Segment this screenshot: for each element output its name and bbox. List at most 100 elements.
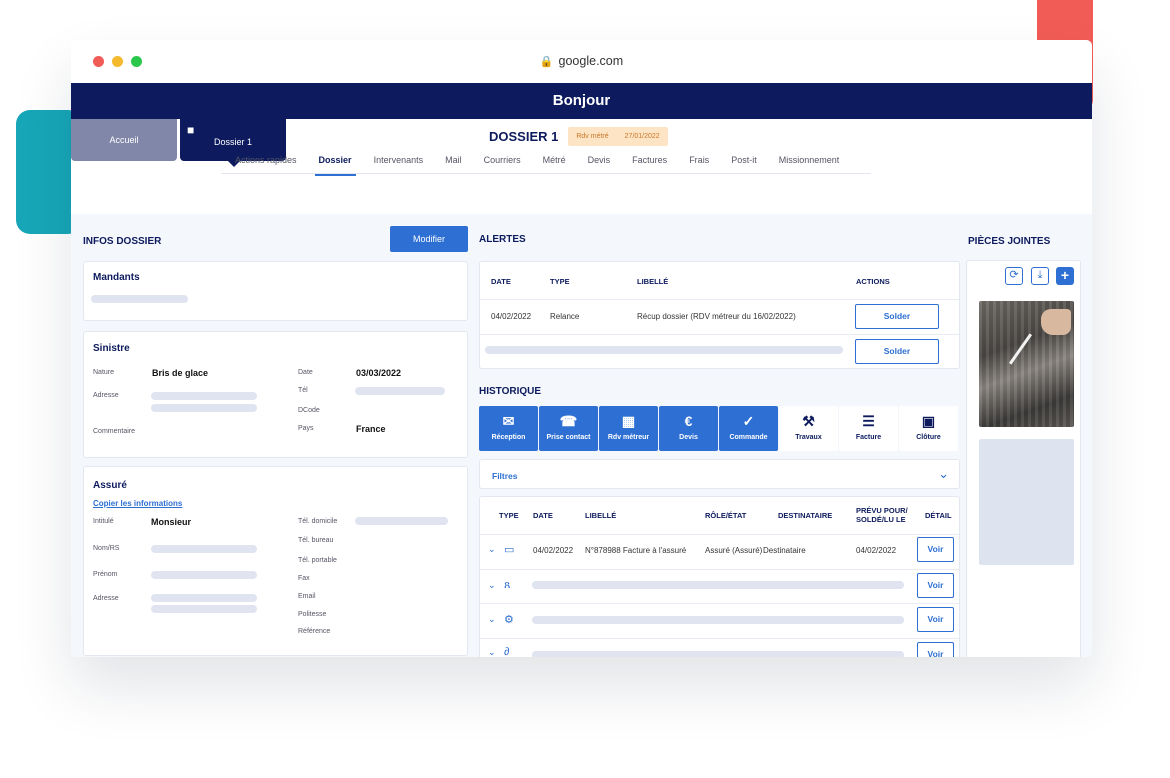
placeholder [355, 387, 445, 395]
divider [480, 638, 959, 639]
history-step-rdv-m-treur[interactable]: ▦ Rdv métreur [599, 406, 658, 451]
chevron-down-icon[interactable]: ⌄ [488, 614, 496, 625]
chevron-down-icon[interactable]: ⌄ [938, 466, 949, 482]
pieces-title: PIÈCES JOINTES [968, 236, 1051, 247]
assure-title: Assuré [93, 480, 127, 491]
tab-m-tr-[interactable]: Métré [543, 152, 566, 173]
col-libelle: LIBELLÉ [585, 511, 617, 520]
browser-chrome: 🔒 google.com [71, 40, 1092, 83]
modifier-button[interactable]: Modifier [390, 226, 468, 252]
assure-card: Assuré Copier les informations Intitulé … [83, 466, 468, 656]
voir-button[interactable]: Voir [917, 607, 954, 632]
tel-portable-label: Tél. portable [298, 557, 337, 564]
adresse-label: Adresse [93, 392, 119, 399]
commentaire-label: Commentaire [93, 428, 136, 435]
history-step-commande[interactable]: ✓ Commande [719, 406, 778, 451]
tab-post-it[interactable]: Post-it [731, 152, 757, 173]
history-step-devis[interactable]: € Devis [659, 406, 718, 451]
voir-button[interactable]: Voir [917, 537, 954, 562]
users-icon: ጸ [504, 579, 511, 591]
add-icon[interactable]: + [1056, 267, 1074, 285]
tab-intervenants[interactable]: Intervenants [374, 152, 424, 173]
col-role: RÔLE/ÉTAT [705, 511, 747, 520]
pays-label: Pays [298, 425, 314, 432]
address-bar[interactable]: 🔒 google.com [71, 54, 1092, 68]
attachment-placeholder[interactable] [979, 439, 1074, 565]
alertes-title: ALERTES [479, 234, 526, 245]
alertes-table: DATE TYPE LIBELLÉ ACTIONS 04/02/2022 Rel… [479, 261, 960, 369]
divider [480, 534, 959, 535]
gear-icon: ⚙ [504, 614, 514, 626]
history-step-travaux[interactable]: ⚒ Travaux [779, 406, 838, 451]
hand-shape [1041, 309, 1071, 335]
placeholder [151, 571, 257, 579]
badge-date: 27/01/2022 [624, 133, 660, 140]
col-destinataire: DESTINATAIRE [778, 511, 833, 520]
politesse-label: Politesse [298, 611, 327, 618]
solder-button[interactable]: Solder [855, 304, 939, 329]
infos-title: INFOS DOSSIER [83, 236, 162, 247]
tel-domicile-label: Tél. domicile [298, 518, 338, 525]
dossier-nav-tabs: Actions rapides Dossier Intervenants Mail Co… [221, 152, 871, 176]
tab-mail[interactable]: Mail [445, 152, 462, 173]
download-icon[interactable]: ⤓ [1031, 267, 1049, 285]
col-prevu-1: PRÉVU POUR/ [856, 506, 908, 515]
refresh-icon[interactable]: ⟳ [1005, 267, 1023, 285]
placeholder [151, 404, 257, 412]
dossier-title: DOSSIER 1 [489, 129, 559, 144]
chevron-down-icon[interactable]: ⌄ [488, 647, 496, 657]
tab-dossier-label: Dossier 1 [214, 137, 253, 147]
reference-label: Référence [298, 628, 331, 635]
placeholder [532, 581, 904, 589]
history-table: TYPE DATE LIBELLÉ RÔLE/ÉTAT DESTINATAIRE… [479, 496, 960, 657]
placeholder [355, 517, 448, 525]
tab-dossier[interactable]: Dossier [314, 152, 356, 176]
tab-accueil[interactable]: Accueil [71, 119, 177, 161]
adresse-label: Adresse [93, 595, 119, 602]
tools-icon: ⚒ [802, 413, 815, 429]
voir-button[interactable]: Voir [917, 573, 954, 598]
history-step-label: Réception [491, 434, 526, 441]
tab-actions-rapides[interactable]: Actions rapides [235, 152, 297, 173]
col-prevu-2: SOLDÉ/LU LE [856, 515, 906, 524]
main-content: INFOS DOSSIER Modifier Mandants Sinistre… [71, 214, 1092, 657]
tab-frais[interactable]: Frais [689, 152, 709, 173]
historique-title: HISTORIQUE [479, 386, 542, 397]
copy-info-link[interactable]: Copier les informations [93, 499, 182, 508]
placeholder [91, 295, 188, 303]
tab-devis[interactable]: Devis [588, 152, 611, 173]
date-value: 03/03/2022 [356, 368, 402, 378]
history-step-prise-contact[interactable]: ☎ Prise contact [539, 406, 598, 451]
folder-icon: ▭ [504, 544, 515, 556]
divider [480, 334, 959, 335]
tab-factures[interactable]: Factures [632, 152, 667, 173]
placeholder [485, 346, 843, 354]
paperclip-icon: ∂ [504, 646, 510, 657]
history-step-r-ception[interactable]: ✉ Réception [479, 406, 538, 451]
placeholder [151, 605, 257, 613]
pays-value: France [356, 424, 386, 434]
history-step-label: Rdv métreur [607, 434, 650, 441]
email-label: Email [298, 593, 316, 600]
filters-bar[interactable]: Filtres ⌄ [479, 459, 960, 489]
status-badge: Rdv métré 27/01/2022 [568, 127, 668, 146]
history-step-facture[interactable]: ☰ Facture [839, 406, 898, 451]
prenom-label: Prénom [93, 571, 118, 578]
col-detail: DÉTAIL [925, 511, 952, 520]
divider [480, 299, 959, 300]
history-role: Assuré (Assuré) [705, 546, 763, 555]
placeholder [532, 616, 904, 624]
divider [480, 569, 959, 570]
solder-button[interactable]: Solder [855, 339, 939, 364]
chevron-down-icon[interactable]: ⌄ [488, 544, 496, 555]
calendar-icon: ▦ [621, 413, 636, 429]
col-date: DATE [491, 277, 511, 286]
attachment-thumbnail[interactable] [979, 301, 1074, 427]
sinistre-card: Sinistre Nature Bris de glace Adresse Co… [83, 331, 468, 458]
chevron-down-icon[interactable]: ⌄ [488, 580, 496, 591]
tab-missionnement[interactable]: Missionnement [779, 152, 840, 173]
tab-courriers[interactable]: Courriers [484, 152, 521, 173]
history-step-cl-ture[interactable]: ▣ Clôture [899, 406, 958, 451]
nature-value: Bris de glace [152, 368, 209, 378]
voir-button[interactable]: Voir [917, 642, 954, 657]
